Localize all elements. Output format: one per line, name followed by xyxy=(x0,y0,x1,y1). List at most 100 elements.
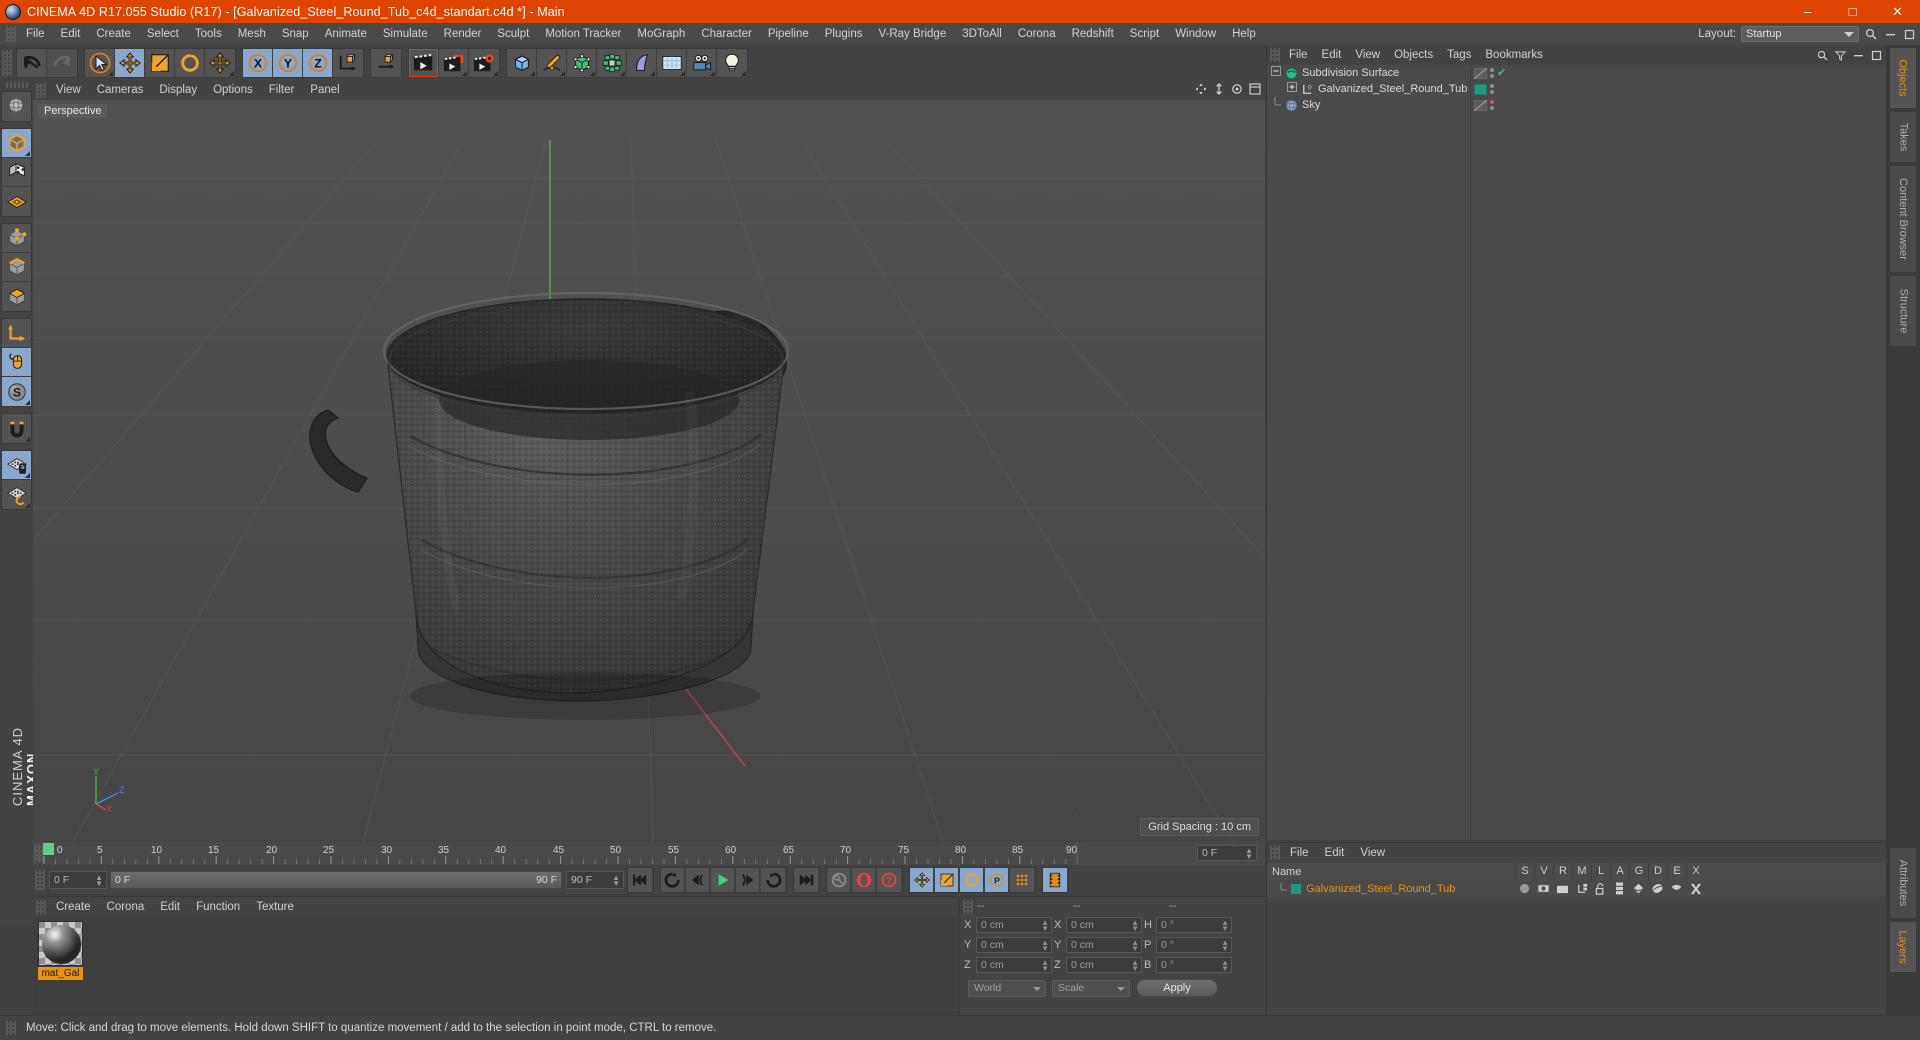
play-backwards-button[interactable] xyxy=(661,868,685,892)
editor-visibility-dot[interactable] xyxy=(1490,100,1494,104)
rotate-icon[interactable] xyxy=(1230,82,1243,95)
column-header-l[interactable]: L xyxy=(1591,863,1610,880)
menu-item-mograph[interactable]: MoGraph xyxy=(629,25,693,43)
timeline-toggle-button[interactable] xyxy=(1043,868,1067,892)
enable-axis-button[interactable] xyxy=(2,319,31,348)
visibility-dots[interactable] xyxy=(1490,100,1494,110)
spinner-icon[interactable]: ▲ ▼ xyxy=(1041,959,1049,973)
visibility-icon[interactable] xyxy=(1534,880,1553,897)
menu-item-character[interactable]: Character xyxy=(693,25,760,43)
rotation-h-input[interactable]: 0 ° ▲ ▼ xyxy=(1156,917,1232,933)
move-tool[interactable] xyxy=(115,48,145,77)
object-menu-file[interactable]: File xyxy=(1282,47,1315,63)
scale-tool[interactable] xyxy=(145,48,175,77)
close-button[interactable]: ✕ xyxy=(1875,0,1920,23)
material-menu-function[interactable]: Function xyxy=(188,899,248,915)
menu-item-file[interactable]: File xyxy=(18,25,53,43)
live-selection-tool[interactable] xyxy=(85,48,115,77)
workplane-mode-button[interactable] xyxy=(2,187,31,216)
position-x-input[interactable]: 0 cm ▲ ▼ xyxy=(976,917,1052,933)
position-z-input[interactable]: 0 cm ▲ ▼ xyxy=(976,957,1052,973)
texture-mode-button[interactable] xyxy=(2,158,31,187)
spinner-icon[interactable]: ▲ ▼ xyxy=(612,874,620,888)
render-visibility-dot[interactable] xyxy=(1490,106,1494,110)
tab-takes[interactable]: Takes xyxy=(1889,111,1917,163)
expand-toggle[interactable] xyxy=(1270,65,1284,81)
layer-manager-grip[interactable] xyxy=(1270,846,1280,860)
column-header-r[interactable]: R xyxy=(1553,863,1572,880)
object-menu-edit[interactable]: Edit xyxy=(1315,47,1349,63)
menu-item-select[interactable]: Select xyxy=(139,25,187,43)
step-forward-button[interactable] xyxy=(736,868,760,892)
menu-item-pipeline[interactable]: Pipeline xyxy=(760,25,817,43)
search-icon[interactable] xyxy=(1864,27,1878,41)
render-visibility-dot[interactable] xyxy=(1490,90,1494,94)
planar-workplane-button[interactable] xyxy=(2,480,31,509)
toolbar-grip-handle[interactable] xyxy=(2,49,12,76)
column-header-v[interactable]: V xyxy=(1534,863,1553,880)
layout-dropdown[interactable]: Startup xyxy=(1741,26,1859,42)
rotation-b-input[interactable]: 0 ° ▲ ▼ xyxy=(1156,957,1232,973)
add-camera-button[interactable] xyxy=(687,48,717,77)
size-z-input[interactable]: 0 cm ▲ ▼ xyxy=(1066,957,1142,973)
viewport-menu-view[interactable]: View xyxy=(48,82,89,98)
perspective-viewport[interactable]: Perspective Y Z X Grid Spacing: 10 cm xyxy=(33,100,1265,842)
add-nurbs-button[interactable] xyxy=(567,48,597,77)
spinner-icon[interactable]: ▲ ▼ xyxy=(1221,939,1229,953)
world-axis-toggle[interactable] xyxy=(333,48,363,77)
object-row-sky[interactable]: Sky xyxy=(1267,97,1470,113)
viewport-solo-button[interactable] xyxy=(2,348,31,377)
lock-workplane-button[interactable] xyxy=(2,451,31,480)
animation-icon[interactable] xyxy=(1610,880,1629,897)
hierarchy-icon[interactable] xyxy=(1572,880,1591,897)
spinner-icon[interactable]: ▲ ▼ xyxy=(1131,939,1139,953)
object-tree[interactable]: Subdivision Surface 0 Galvanized_Steel_R… xyxy=(1267,65,1887,840)
polygons-mode-button[interactable] xyxy=(2,282,31,311)
viewport-menu-panel[interactable]: Panel xyxy=(302,82,347,98)
object-menu-objects[interactable]: Objects xyxy=(1387,47,1440,63)
size-y-input[interactable]: 0 cm ▲ ▼ xyxy=(1066,937,1142,953)
coordinates-grip[interactable] xyxy=(963,899,973,913)
tag-row-subdivision-surface[interactable]: ✔ xyxy=(1471,65,1521,81)
spinner-icon[interactable]: ▲ ▼ xyxy=(1041,919,1049,933)
rotation-p-input[interactable]: 0 ° ▲ ▼ xyxy=(1156,937,1232,953)
material-list[interactable]: mat_Gal xyxy=(33,916,958,1016)
menu-item-mesh[interactable]: Mesh xyxy=(230,25,274,43)
left-toolbar-grip[interactable] xyxy=(5,82,28,88)
column-header-s[interactable]: S xyxy=(1515,863,1534,880)
coordinate-system-dropdown[interactable]: World xyxy=(968,979,1046,997)
menu-item-animate[interactable]: Animate xyxy=(317,25,375,43)
move-secondary-tool[interactable] xyxy=(205,48,235,77)
spinner-icon[interactable]: ▲ ▼ xyxy=(1221,919,1229,933)
transform-mode-dropdown[interactable]: Scale xyxy=(1052,979,1130,997)
tab-objects[interactable]: Objects xyxy=(1889,47,1917,109)
tag-row-galvanized-steel-round-tub[interactable] xyxy=(1471,81,1521,97)
layer-menu-file[interactable]: File xyxy=(1282,845,1317,861)
add-deformer-button[interactable] xyxy=(627,48,657,77)
minimize-panel-icon[interactable] xyxy=(1883,27,1897,41)
undo-button[interactable] xyxy=(17,48,47,77)
object-menu-view[interactable]: View xyxy=(1348,47,1387,63)
status-bar-grip[interactable] xyxy=(6,1021,16,1035)
menu-item-motion-tracker[interactable]: Motion Tracker xyxy=(537,25,629,43)
parameter-key-button[interactable]: P xyxy=(985,868,1009,892)
minimize-panel-icon[interactable] xyxy=(1851,48,1865,62)
step-back-button[interactable] xyxy=(686,868,710,892)
add-environment-button[interactable] xyxy=(657,48,687,77)
xref-icon[interactable] xyxy=(1686,880,1705,897)
column-header-e[interactable]: E xyxy=(1667,863,1686,880)
spinner-icon[interactable]: ▲ ▼ xyxy=(1221,959,1229,973)
viewport-menu-display[interactable]: Display xyxy=(151,82,205,98)
object-axis-button[interactable] xyxy=(371,48,401,77)
grey-dot-icon[interactable] xyxy=(1515,880,1534,897)
maximize-button[interactable]: □ xyxy=(1830,0,1875,23)
layer-menu-view[interactable]: View xyxy=(1352,845,1393,861)
undo-view-button[interactable] xyxy=(2,92,31,121)
zoom-icon[interactable] xyxy=(1212,82,1225,95)
restore-panel-icon[interactable] xyxy=(1902,27,1916,41)
range-end-field[interactable]: 90 F ▲ ▼ xyxy=(566,871,624,889)
lock-x-axis[interactable]: X xyxy=(243,48,273,77)
column-header-m[interactable]: M xyxy=(1572,863,1591,880)
spinner-icon[interactable]: ▲ ▼ xyxy=(1041,939,1049,953)
add-cube-button[interactable] xyxy=(507,48,537,77)
